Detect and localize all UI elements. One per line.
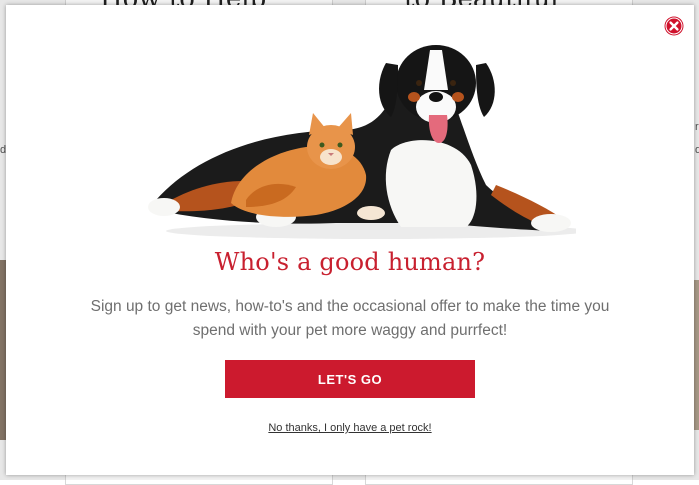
close-button[interactable]: [664, 16, 684, 36]
lets-go-button[interactable]: LET'S GO: [225, 360, 475, 398]
signup-modal: Who's a good human? Sign up to get news,…: [6, 5, 694, 475]
decline-link[interactable]: No thanks, I only have a pet rock!: [6, 422, 694, 434]
modal-headline: Who's a good human?: [214, 248, 486, 276]
close-icon: [664, 16, 684, 36]
dog-and-cat-image: [148, 45, 576, 239]
modal-subtext: Sign up to get news, how-to's and the oc…: [90, 298, 610, 339]
